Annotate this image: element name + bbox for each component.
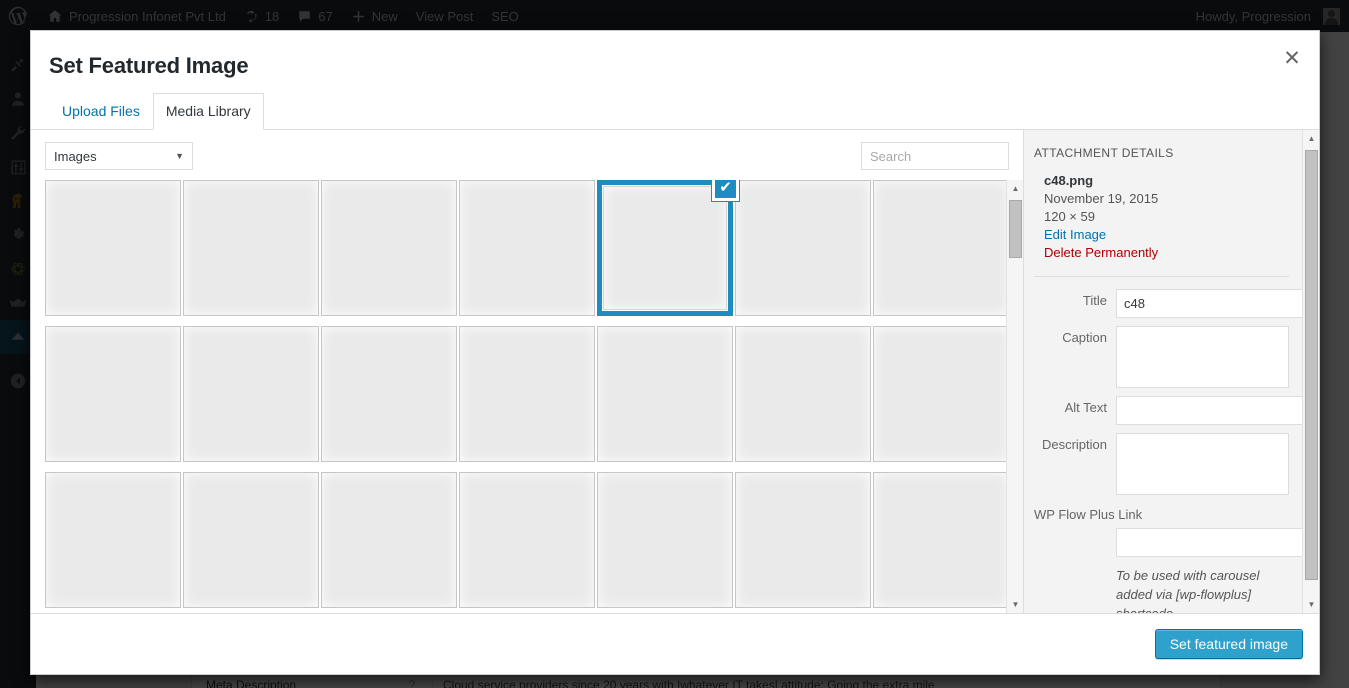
media-thumbnail-image: [183, 326, 319, 462]
attachment-filename: c48.png: [1044, 173, 1094, 188]
edit-image-link[interactable]: Edit Image: [1044, 226, 1289, 244]
wp-flow-plus-help-text: To be used with carousel added via [wp-f…: [1116, 568, 1260, 613]
wp-flow-plus-link-row: [1034, 528, 1308, 557]
details-divider: [1034, 276, 1289, 277]
tab-media-library[interactable]: Media Library: [152, 93, 264, 130]
field-row-description: Description: [1034, 433, 1289, 495]
media-thumbnail[interactable]: [873, 326, 1009, 462]
media-thumbnail[interactable]: [183, 180, 319, 316]
description-label: Description: [1041, 437, 1107, 452]
media-type-filter[interactable]: Images ▼: [45, 142, 193, 170]
scrollbar-thumb[interactable]: [1009, 200, 1022, 258]
media-grid: ✔: [45, 180, 1009, 613]
media-thumbnail[interactable]: [45, 326, 181, 462]
media-thumbnail-image: [45, 326, 181, 462]
media-thumbnail[interactable]: [45, 180, 181, 316]
caption-field[interactable]: [1116, 326, 1289, 388]
attachment-details-content: ATTACHMENT DETAILS c48.png November 19, …: [1024, 130, 1319, 613]
details-scrollbar-thumb[interactable]: [1305, 150, 1318, 580]
media-thumbnail-image: [183, 180, 319, 316]
media-thumbnail[interactable]: [183, 472, 319, 608]
media-thumbnail-image: [873, 472, 1009, 608]
media-thumbnail-image: [873, 180, 1009, 316]
flow-spacer: [1034, 528, 1116, 557]
field-row-caption: Caption: [1034, 326, 1289, 388]
alt-text-label: Alt Text: [1064, 400, 1107, 415]
media-thumbnail-image: [45, 472, 181, 608]
description-field[interactable]: [1116, 433, 1289, 495]
media-thumbnail[interactable]: [735, 472, 871, 608]
modal-body: Images ▼ ✔ ▲ ▼ ATTACHMENT DETAILS: [31, 130, 1319, 614]
media-toolbar: Images ▼: [31, 130, 1023, 180]
media-thumbnail[interactable]: [459, 180, 595, 316]
details-scrollbar[interactable]: ▲ ▼: [1302, 130, 1319, 613]
modal-tabs: Upload Files Media Library: [31, 79, 1319, 130]
attachment-details-panel: ATTACHMENT DETAILS c48.png November 19, …: [1023, 130, 1319, 613]
scroll-down-icon[interactable]: ▼: [1007, 596, 1023, 613]
media-thumbnail-image: [735, 472, 871, 608]
media-thumbnail-image: [873, 326, 1009, 462]
media-library-panel: Images ▼ ✔ ▲ ▼: [31, 130, 1023, 613]
media-thumbnail[interactable]: [321, 180, 457, 316]
set-featured-image-button[interactable]: Set featured image: [1154, 629, 1303, 659]
page-root: Meta Description ? Cloud service provide…: [0, 0, 1349, 688]
media-thumbnail[interactable]: [873, 180, 1009, 316]
media-thumbnail-selected[interactable]: ✔: [597, 180, 739, 316]
media-thumbnail-image: [321, 180, 457, 316]
caption-label: Caption: [1062, 330, 1107, 345]
field-row-alt-text: Alt Text: [1034, 396, 1308, 425]
modal-title: Set Featured Image: [49, 53, 249, 78]
media-thumbnail-image: [45, 180, 181, 316]
media-thumbnail-image: [183, 472, 319, 608]
media-thumbnail-image: [597, 326, 733, 462]
media-thumbnail[interactable]: [321, 472, 457, 608]
wp-flow-plus-link-label: WP Flow Plus Link: [1034, 507, 1143, 522]
attachment-dimensions: 120 × 59: [1044, 209, 1095, 224]
scroll-up-icon[interactable]: ▲: [1007, 180, 1023, 197]
wp-flow-plus-help-row: To be used with carousel added via [wp-f…: [1034, 557, 1289, 613]
wp-flow-plus-link-field[interactable]: [1116, 528, 1308, 557]
media-thumbnail-image: [735, 326, 871, 462]
media-thumbnail-image: [597, 472, 733, 608]
title-label: Title: [1082, 293, 1107, 308]
modal-footer: Set featured image: [31, 614, 1319, 674]
media-grid-scroll-area: ✔ ▲ ▼: [31, 180, 1023, 613]
media-thumbnail-image: [321, 326, 457, 462]
media-thumbnail[interactable]: [597, 472, 733, 608]
attachment-info: c48.png November 19, 2015 120 × 59 Edit …: [1034, 172, 1289, 262]
media-thumbnail-image: [459, 180, 595, 316]
media-thumbnail[interactable]: [459, 472, 595, 608]
attachment-date: November 19, 2015: [1044, 191, 1159, 206]
media-thumbnail[interactable]: [597, 326, 733, 462]
attachment-details-heading: ATTACHMENT DETAILS: [1034, 146, 1174, 160]
title-field[interactable]: [1116, 289, 1308, 318]
details-scroll-up-icon[interactable]: ▲: [1303, 130, 1319, 147]
field-row-title: Title: [1034, 289, 1308, 318]
media-thumbnail-image: [321, 472, 457, 608]
media-thumbnail-image: [459, 326, 595, 462]
media-thumbnail[interactable]: [873, 472, 1009, 608]
media-type-filter-value: Images: [54, 148, 97, 164]
chevron-down-icon: ▼: [175, 151, 184, 161]
media-thumbnail[interactable]: [459, 326, 595, 462]
flow-help-spacer: [1034, 557, 1116, 613]
media-thumbnail-image: [459, 472, 595, 608]
delete-permanently-link[interactable]: Delete Permanently: [1044, 244, 1289, 262]
set-featured-image-modal: ✕ Set Featured Image Upload Files Media …: [30, 30, 1320, 675]
alt-text-field[interactable]: [1116, 396, 1308, 425]
search-input[interactable]: [861, 142, 1009, 170]
media-grid-scrollbar[interactable]: ▲ ▼: [1006, 180, 1023, 613]
close-icon[interactable]: ✕: [1271, 37, 1313, 79]
checkmark-icon[interactable]: ✔: [712, 180, 739, 201]
media-thumbnail[interactable]: [183, 326, 319, 462]
tab-upload-files[interactable]: Upload Files: [49, 93, 153, 130]
media-thumbnail[interactable]: [45, 472, 181, 608]
media-thumbnail[interactable]: [735, 326, 871, 462]
details-scroll-down-icon[interactable]: ▼: [1303, 596, 1319, 613]
media-thumbnail[interactable]: [321, 326, 457, 462]
media-thumbnail-image: [735, 180, 871, 316]
media-thumbnail[interactable]: [735, 180, 871, 316]
